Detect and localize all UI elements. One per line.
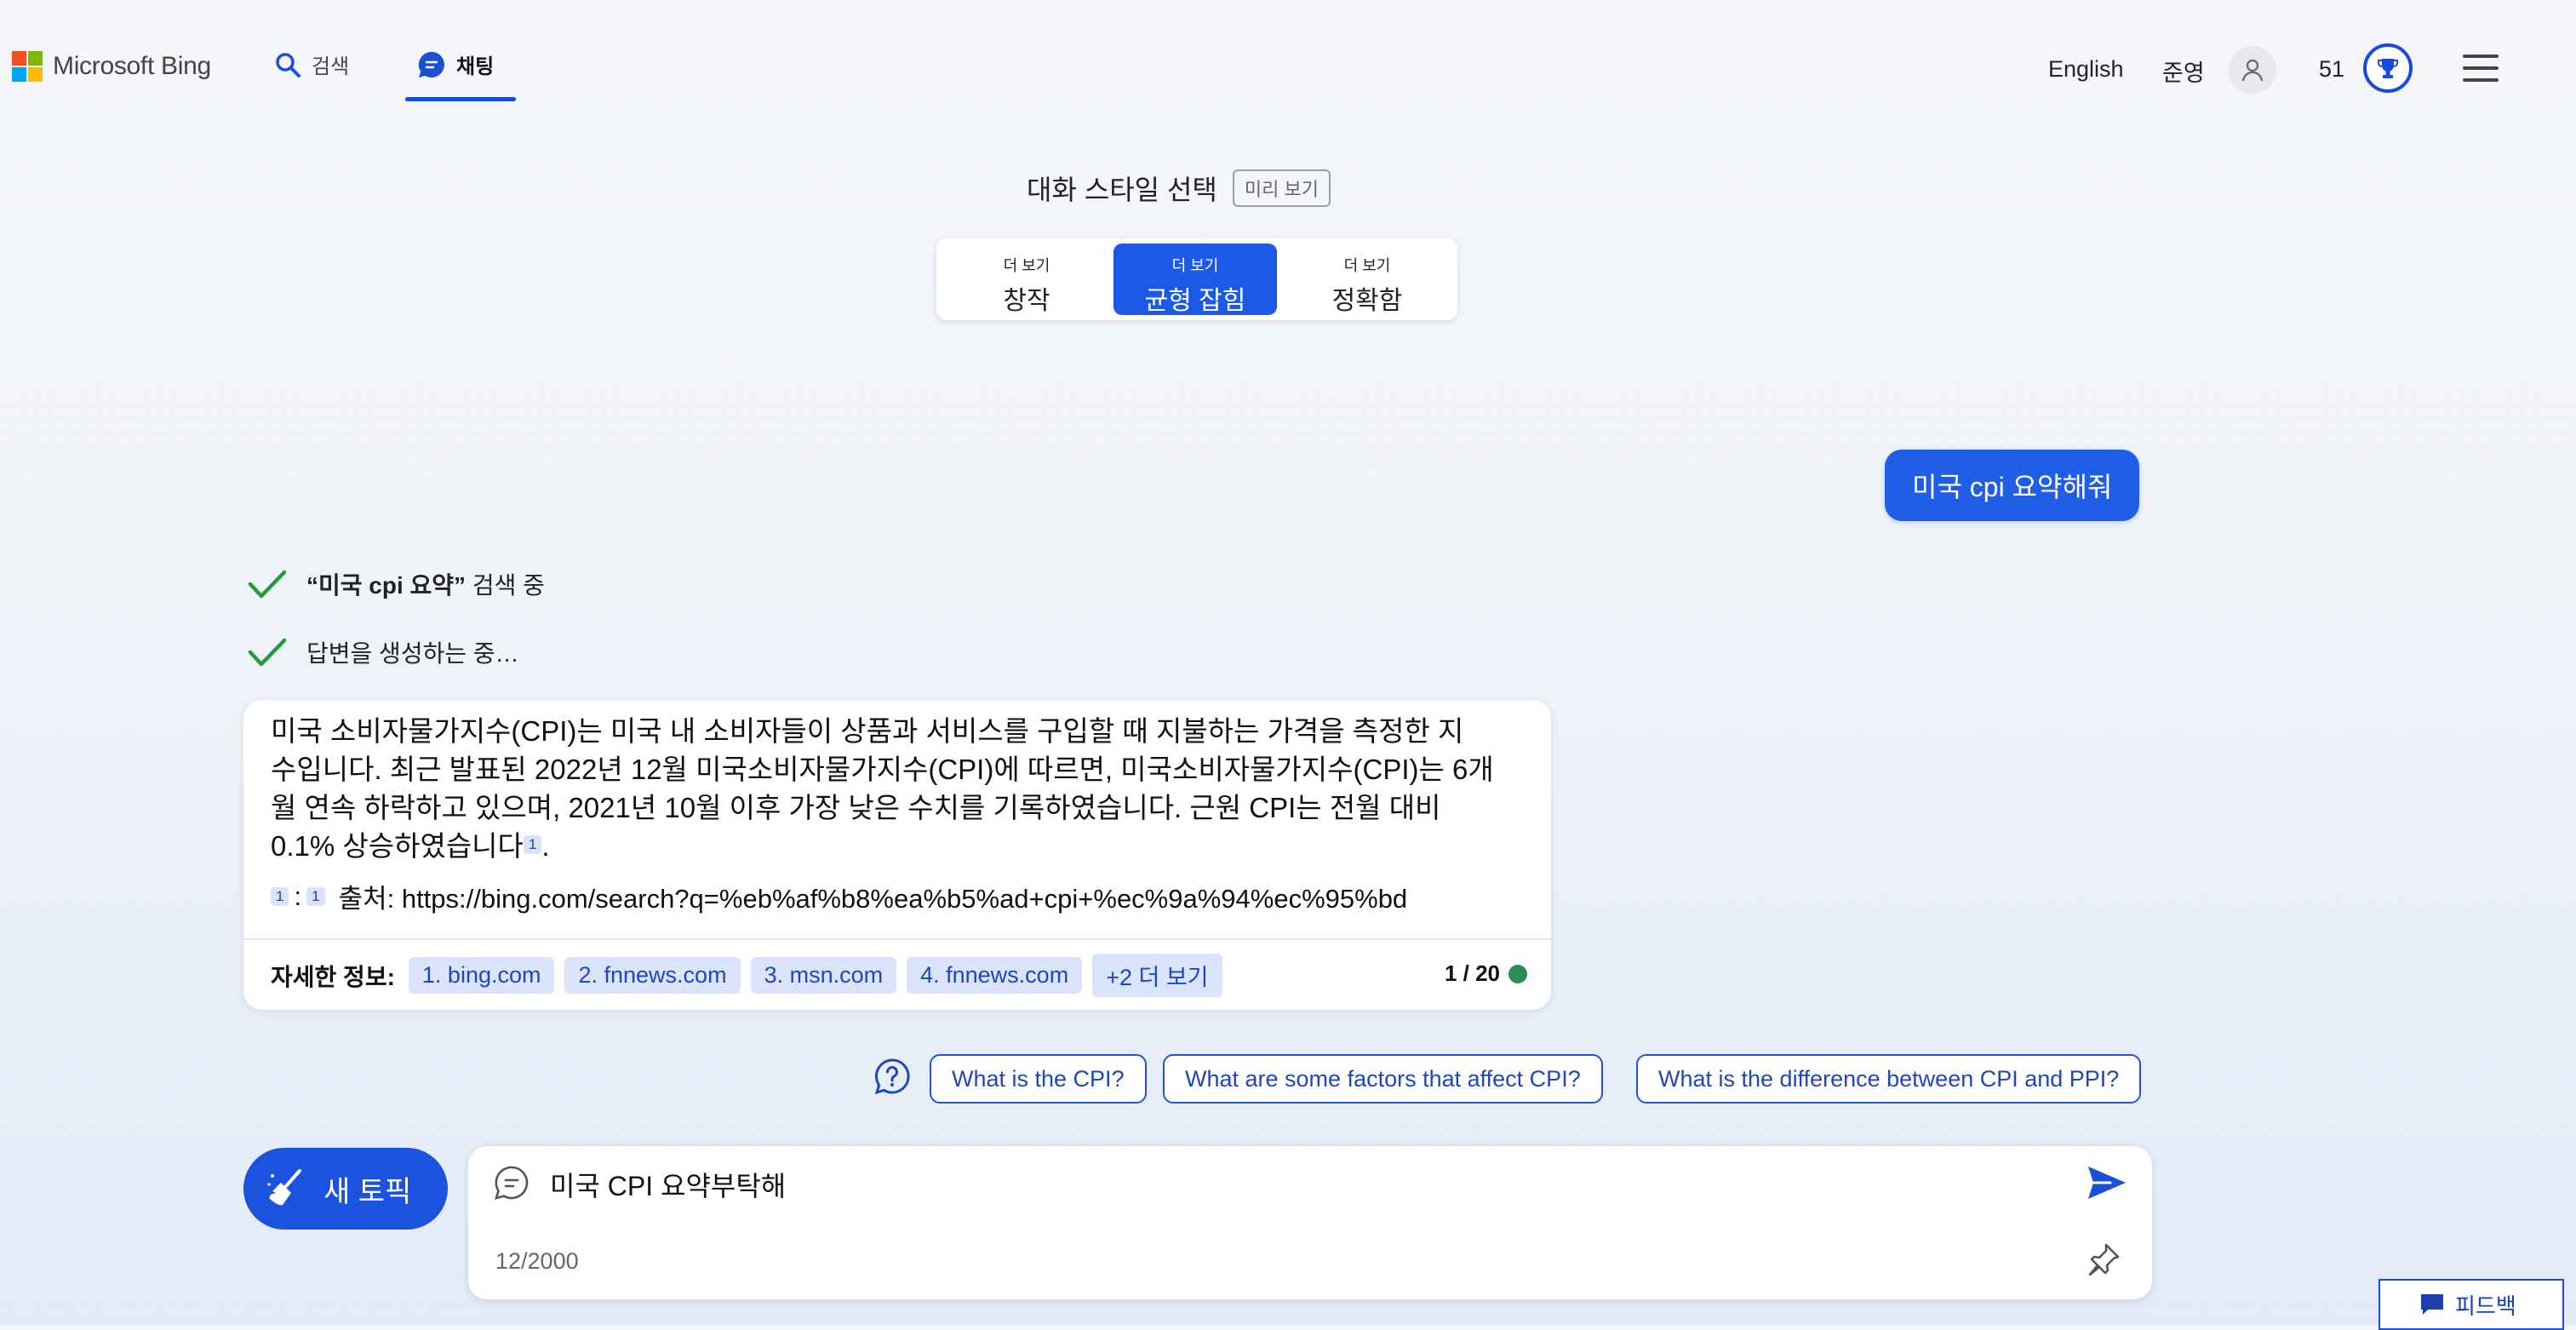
answer-line: 월 연속 하락하고 있으며, 2021년 10월 이후 가장 낮은 수치를 기록… — [271, 792, 1441, 823]
style-option-creative[interactable]: 더 보기 창작 — [945, 244, 1108, 315]
conversation-style-heading: 대화 스타일 선택 미리 보기 — [1027, 169, 1331, 208]
style-option-balanced[interactable]: 더 보기 균형 잡힘 — [1113, 244, 1277, 315]
user-message-text: 미국 cpi 요약해줘 — [1912, 472, 2113, 502]
active-tab-indicator — [405, 97, 516, 101]
nav-chat-label: 채팅 — [456, 55, 495, 78]
answer-line: 미국 소비자물가지수(CPI)는 미국 내 소비자들이 상품과 서비스를 구입할… — [271, 715, 1464, 747]
learn-more-bar: 자세한 정보: 1. bing.com 2. fnnews.com 3. msn… — [271, 954, 1222, 997]
nav-search-tab[interactable]: 검색 — [274, 49, 349, 79]
answer-source-line: 1 : 1 출처: https://bing.com/search?q=%eb%… — [271, 877, 1407, 915]
language-toggle[interactable]: English — [2048, 56, 2124, 83]
menu-line — [2463, 78, 2499, 82]
feedback-icon — [2421, 1294, 2443, 1315]
bing-logo[interactable]: Microsoft Bing — [12, 51, 211, 82]
progress-step-searching: “미국 cpi 요약” 검색 중 — [247, 567, 545, 601]
search-icon — [276, 52, 301, 77]
chat-input-box[interactable]: 미국 CPI 요약부탁해 12/2000 — [468, 1146, 2152, 1299]
microsoft-logo-icon — [12, 51, 43, 82]
progress-query: “미국 cpi 요약” — [306, 572, 467, 599]
suggestion-chip[interactable]: What is the difference between CPI and P… — [1636, 1054, 2142, 1104]
source-separator: : — [294, 880, 302, 911]
status-dot-icon — [1508, 964, 1527, 983]
source-link-chip[interactable]: 3. msn.com — [750, 957, 897, 994]
style-option-caption: 더 보기 — [1003, 257, 1050, 274]
conversation-style-selector: 더 보기 창작 더 보기 균형 잡힘 더 보기 정확함 — [936, 238, 1457, 320]
turn-counter-text: 1 / 20 — [1444, 960, 1500, 986]
reward-points[interactable]: 51 — [2319, 56, 2344, 83]
progress-status: 검색 중 — [466, 572, 545, 599]
send-icon[interactable] — [2086, 1163, 2128, 1202]
menu-line — [2463, 54, 2499, 58]
answer-text: 미국 소비자물가지수(CPI)는 미국 내 소비자들이 상품과 서비스를 구입할… — [271, 712, 1522, 865]
broom-icon — [267, 1169, 301, 1206]
answer-line-last: 0.1% 상승하였습니다 1. — [271, 827, 1522, 865]
answer-line: 0.1% 상승하였습니다 — [271, 830, 524, 862]
chat-icon — [418, 51, 444, 77]
user-name[interactable]: 준영 — [2162, 54, 2205, 88]
feedback-label: 피드백 — [2455, 1293, 2516, 1319]
brand-name: Microsoft Bing — [53, 52, 211, 80]
user-message-bubble: 미국 cpi 요약해줘 — [1885, 450, 2140, 521]
new-topic-button[interactable]: 새 토픽 — [243, 1148, 448, 1230]
menu-button[interactable] — [2463, 54, 2499, 90]
progress-status: 답변을 생성하는 중… — [306, 640, 519, 667]
checkmark-icon — [248, 638, 287, 667]
suggestion-chip[interactable]: What is the CPI? — [930, 1054, 1147, 1104]
suggestion-chip[interactable]: What are some factors that affect CPI? — [1163, 1054, 1603, 1104]
progress-text: “미국 cpi 요약” 검색 중 — [306, 567, 545, 601]
turn-counter: 1 / 20 — [1445, 960, 1527, 987]
progress-step-generating: 답변을 생성하는 중… — [247, 635, 519, 669]
style-option-precise[interactable]: 더 보기 정확함 — [1285, 244, 1449, 315]
preview-badge: 미리 보기 — [1232, 169, 1331, 207]
learn-more-label: 자세한 정보: — [271, 963, 395, 990]
style-option-label: 균형 잡힘 — [1144, 287, 1246, 315]
source-link-chip[interactable]: 2. fnnews.com — [564, 957, 741, 994]
style-option-label: 정확함 — [1331, 287, 1403, 315]
citation-marker[interactable]: 1 — [271, 886, 289, 906]
user-avatar[interactable] — [2229, 46, 2276, 94]
rewards-button[interactable] — [2363, 43, 2413, 93]
checkmark-icon — [248, 570, 287, 599]
answer-line: 수입니다. 최근 발표된 2022년 12월 미국소비자물가지수(CPI)에 따… — [271, 754, 1494, 785]
source-link-chip[interactable]: 4. fnnews.com — [907, 957, 1083, 994]
chat-input-field[interactable]: 미국 CPI 요약부탁해 — [550, 1165, 786, 1204]
citation-marker[interactable]: 1 — [306, 886, 325, 906]
menu-line — [2463, 66, 2499, 70]
source-url-text: 출처: https://bing.com/search?q=%eb%af%b8%… — [338, 884, 1408, 914]
card-divider — [243, 938, 1551, 940]
character-counter: 12/2000 — [495, 1248, 579, 1274]
citation-marker[interactable]: 1 — [523, 835, 542, 854]
conversation-style-title: 대화 스타일 선택 — [1027, 175, 1217, 205]
more-links-chip[interactable]: +2 더 보기 — [1092, 954, 1222, 997]
source-link-chip[interactable]: 1. bing.com — [408, 957, 555, 994]
question-bubble-icon — [874, 1058, 910, 1095]
person-icon — [2241, 59, 2264, 82]
bot-answer-card: 미국 소비자물가지수(CPI)는 미국 내 소비자들이 상품과 서비스를 구입할… — [243, 700, 1551, 1010]
nav-search-label: 검색 — [312, 55, 350, 78]
trophy-icon — [2378, 59, 2398, 78]
feedback-button[interactable]: 피드백 — [2379, 1279, 2564, 1330]
chat-bubble-icon — [495, 1166, 529, 1200]
style-option-caption: 더 보기 — [1343, 257, 1391, 274]
answer-period: . — [541, 830, 550, 862]
style-option-label: 창작 — [1003, 287, 1050, 315]
pin-icon[interactable] — [2087, 1241, 2121, 1277]
new-topic-label: 새 토픽 — [323, 1175, 412, 1208]
style-option-caption: 더 보기 — [1171, 257, 1219, 274]
nav-chat-tab[interactable]: 채팅 — [417, 49, 494, 79]
